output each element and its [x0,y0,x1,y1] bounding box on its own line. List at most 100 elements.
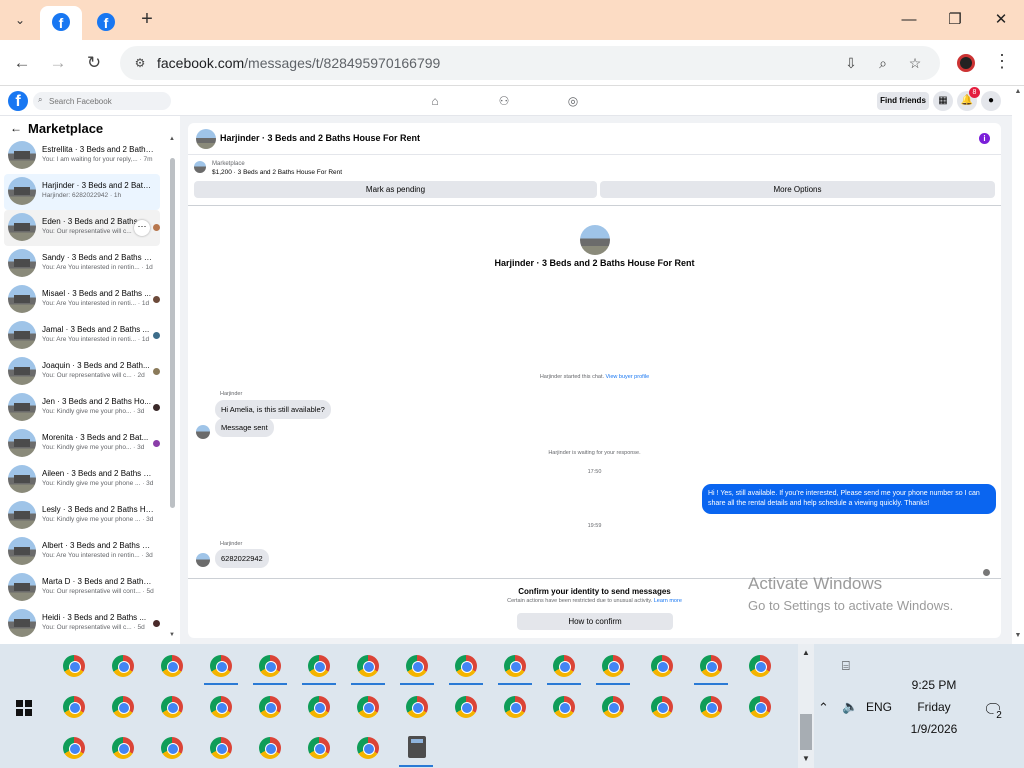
chrome-profile-icon[interactable] [504,696,526,718]
chrome-profile-icon[interactable] [651,655,673,677]
view-buyer-profile-link[interactable]: View buyer profile [606,374,650,380]
facebook-logo-icon[interactable]: f [8,91,28,111]
incoming-message[interactable]: Message sent [215,418,274,437]
scroll-down-icon[interactable]: ▼ [801,754,811,763]
chrome-profile-icon[interactable] [210,696,232,718]
chrome-profile-icon[interactable] [700,696,722,718]
forward-button[interactable]: → [46,51,70,75]
chrome-profile-icon[interactable] [259,655,281,677]
back-arrow-icon[interactable]: ← [10,121,22,135]
windows-start-icon[interactable] [16,700,32,716]
taskbar-scrollbar[interactable]: ▲ ▼ [798,644,814,768]
chrome-profile-icon[interactable] [357,737,379,759]
conversation-item[interactable]: Jen · 3 Beds and 2 Baths Ho... You: Kindl… [4,390,160,426]
chrome-profile-icon[interactable] [259,737,281,759]
conversation-item[interactable]: Heidi · 3 Beds and 2 Baths ... You: Our r… [4,606,160,642]
chrome-profile-icon[interactable] [63,737,85,759]
clock-date[interactable]: 1/9/2026 [900,722,968,736]
url-text[interactable]: facebook.com/messages/t/828495970166799 [157,55,440,71]
how-to-confirm-button[interactable]: How to confirm [517,613,673,630]
chrome-profile-icon[interactable] [504,655,526,677]
chrome-profile-icon[interactable] [308,655,330,677]
conversation-item[interactable]: Marta D · 3 Beds and 2 Baths ... You: Our… [4,570,160,606]
chrome-profile-icon[interactable] [553,655,575,677]
calculator-icon[interactable] [408,736,426,758]
scroll-up-icon[interactable]: ▲ [801,648,811,657]
chrome-profile-icon[interactable] [308,737,330,759]
scroll-up-icon[interactable]: ▲ [168,136,176,142]
incoming-message[interactable]: 6282022942 [215,549,269,568]
scrollbar-thumb[interactable] [800,714,812,750]
chrome-profile-icon[interactable] [112,696,134,718]
info-icon[interactable]: i [979,133,990,144]
language-indicator[interactable]: ENG [866,700,892,714]
chrome-profile-icon[interactable] [161,655,183,677]
new-tab-button[interactable]: + [136,8,158,30]
home-icon[interactable]: ⌂ [428,94,442,108]
chrome-profile-icon[interactable] [700,655,722,677]
chrome-profile-icon[interactable] [749,696,771,718]
search-input[interactable] [33,92,171,110]
menu-grid-icon[interactable]: ▦ [933,91,953,111]
incoming-message[interactable]: Hi Amelia, is this still available? [215,400,331,419]
friends-icon[interactable]: ⚇ [497,94,511,108]
mark-as-pending-button[interactable]: Mark as pending [194,181,597,198]
minimize-button[interactable]: — [897,8,921,32]
volume-icon[interactable]: 🔈 [842,699,858,715]
extension-icon[interactable] [957,54,975,72]
install-app-icon[interactable]: ⇩ [842,54,860,72]
restore-button[interactable]: ❐ [943,8,967,32]
outgoing-message[interactable]: Hi ! Yes, still available. If you're int… [702,484,996,514]
network-icon[interactable]: ⌸ [842,658,850,674]
chevron-up-icon[interactable]: ⌃ [818,700,829,716]
conversation-item[interactable]: Sandy · 3 Beds and 2 Baths H... You: Are … [4,246,160,282]
chrome-profile-icon[interactable] [112,655,134,677]
address-bar[interactable]: ⚙ facebook.com/messages/t/82849597016679… [120,46,940,80]
chrome-profile-icon[interactable] [63,696,85,718]
listing-thumbnail-large[interactable] [580,225,610,255]
learn-more-link[interactable]: Learn more [654,598,682,604]
conversation-item-selected[interactable]: Harjinder · 3 Beds and 2 Baths... Harjind… [4,174,160,210]
chrome-profile-icon[interactable] [63,655,85,677]
conversation-item[interactable]: Estrellita · 3 Beds and 2 Baths ... You: … [4,138,160,174]
back-button[interactable]: ← [10,51,34,75]
conversation-item[interactable]: Misael · 3 Beds and 2 Baths ... You: Are … [4,282,160,318]
browser-menu-icon[interactable]: ⋮ [993,51,1011,75]
conversation-item[interactable]: Morenita · 3 Beds and 2 Bat... You: Kindl… [4,426,160,462]
conversation-item[interactable]: Joaquin · 3 Beds and 2 Bath... You: Our r… [4,354,160,390]
chat-title[interactable]: Harjinder · 3 Beds and 2 Baths House For… [220,133,420,143]
chrome-profile-icon[interactable] [406,696,428,718]
chrome-profile-icon[interactable] [161,696,183,718]
chrome-profile-icon[interactable] [455,696,477,718]
conversation-item[interactable]: Eden · 3 Beds and 2 Baths ... You: Our re… [4,210,160,246]
conversation-item[interactable]: Aileen · 3 Beds and 2 Baths H... You: Kin… [4,462,160,498]
account-avatar[interactable]: ● [981,91,1001,111]
tab-facebook[interactable]: f [88,6,124,40]
bookmark-star-icon[interactable]: ☆ [906,54,924,72]
sender-avatar[interactable] [196,425,210,439]
conversation-item[interactable]: Jamal · 3 Beds and 2 Baths ... You: Are Y… [4,318,160,354]
conversation-item[interactable]: Lesly · 3 Beds and 2 Baths Ho... You: Kin… [4,498,160,534]
clock-day[interactable]: Friday [900,700,968,714]
more-options-icon[interactable]: ⋯ [134,220,150,236]
chrome-profile-icon[interactable] [210,655,232,677]
chrome-profile-icon[interactable] [602,696,624,718]
zoom-icon[interactable]: ⌕ [874,54,892,72]
chrome-profile-icon[interactable] [602,655,624,677]
sender-avatar[interactable] [196,553,210,567]
scroll-down-icon[interactable]: ▼ [168,632,176,638]
more-options-button[interactable]: More Options [600,181,995,198]
chrome-profile-icon[interactable] [308,696,330,718]
sidebar-scrollbar[interactable]: ▲ ▼ [168,136,176,644]
scroll-down-icon[interactable]: ▼ [1014,632,1022,639]
chrome-profile-icon[interactable] [259,696,281,718]
clock-time[interactable]: 9:25 PM [900,678,968,692]
close-window-button[interactable]: ✕ [989,8,1013,32]
chrome-profile-icon[interactable] [455,655,477,677]
chrome-profile-icon[interactable] [553,696,575,718]
chrome-profile-icon[interactable] [357,655,379,677]
chrome-profile-icon[interactable] [210,737,232,759]
listing-detail[interactable]: $1,200 · 3 Beds and 2 Baths House For Re… [212,169,342,176]
chrome-profile-icon[interactable] [749,655,771,677]
chrome-profile-icon[interactable] [651,696,673,718]
